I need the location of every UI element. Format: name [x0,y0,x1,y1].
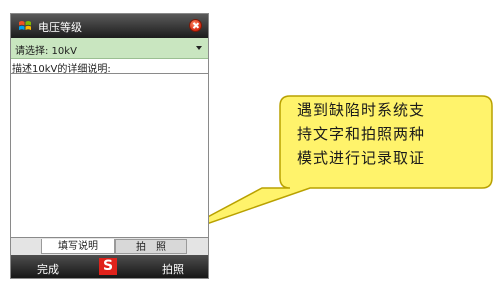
softkey-bar: 完成 S 拍照 [11,255,208,278]
voltage-select-value: 请选择: 10kV [15,46,77,57]
windows-logo-icon[interactable] [18,19,32,33]
close-icon[interactable] [189,19,202,32]
callout-line: 持文字和拍照两种 [297,125,426,143]
take-photo-button[interactable]: 拍照 [162,261,184,277]
input-method-icon[interactable]: S [99,258,117,275]
tab-label: 填写说明 [58,241,98,252]
title-bar: 电压等级 [11,14,208,38]
window-title: 电压等级 [38,21,82,34]
tab-fill-description[interactable]: 填写说明 [41,239,115,254]
callout-line: 模式进行记录取证 [297,149,426,167]
callout-line: 遇到缺陷时系统支 [297,101,426,119]
chevron-down-icon[interactable] [196,46,202,50]
voltage-select[interactable]: 请选择: 10kV [11,38,208,59]
done-button[interactable]: 完成 [37,261,59,277]
callout-text: 遇到缺陷时系统支 持文字和拍照两种 模式进行记录取证 [297,98,477,170]
tab-photo[interactable]: 拍 照 [115,239,187,254]
tab-bar: 填写说明 拍 照 [11,238,208,255]
tab-label: 拍 照 [136,242,166,253]
phone-screen: 电压等级 请选择: 10kV 描述10kV的详细说明: 填写说明 拍 照 完成 … [10,13,209,279]
description-textarea[interactable] [11,73,208,238]
